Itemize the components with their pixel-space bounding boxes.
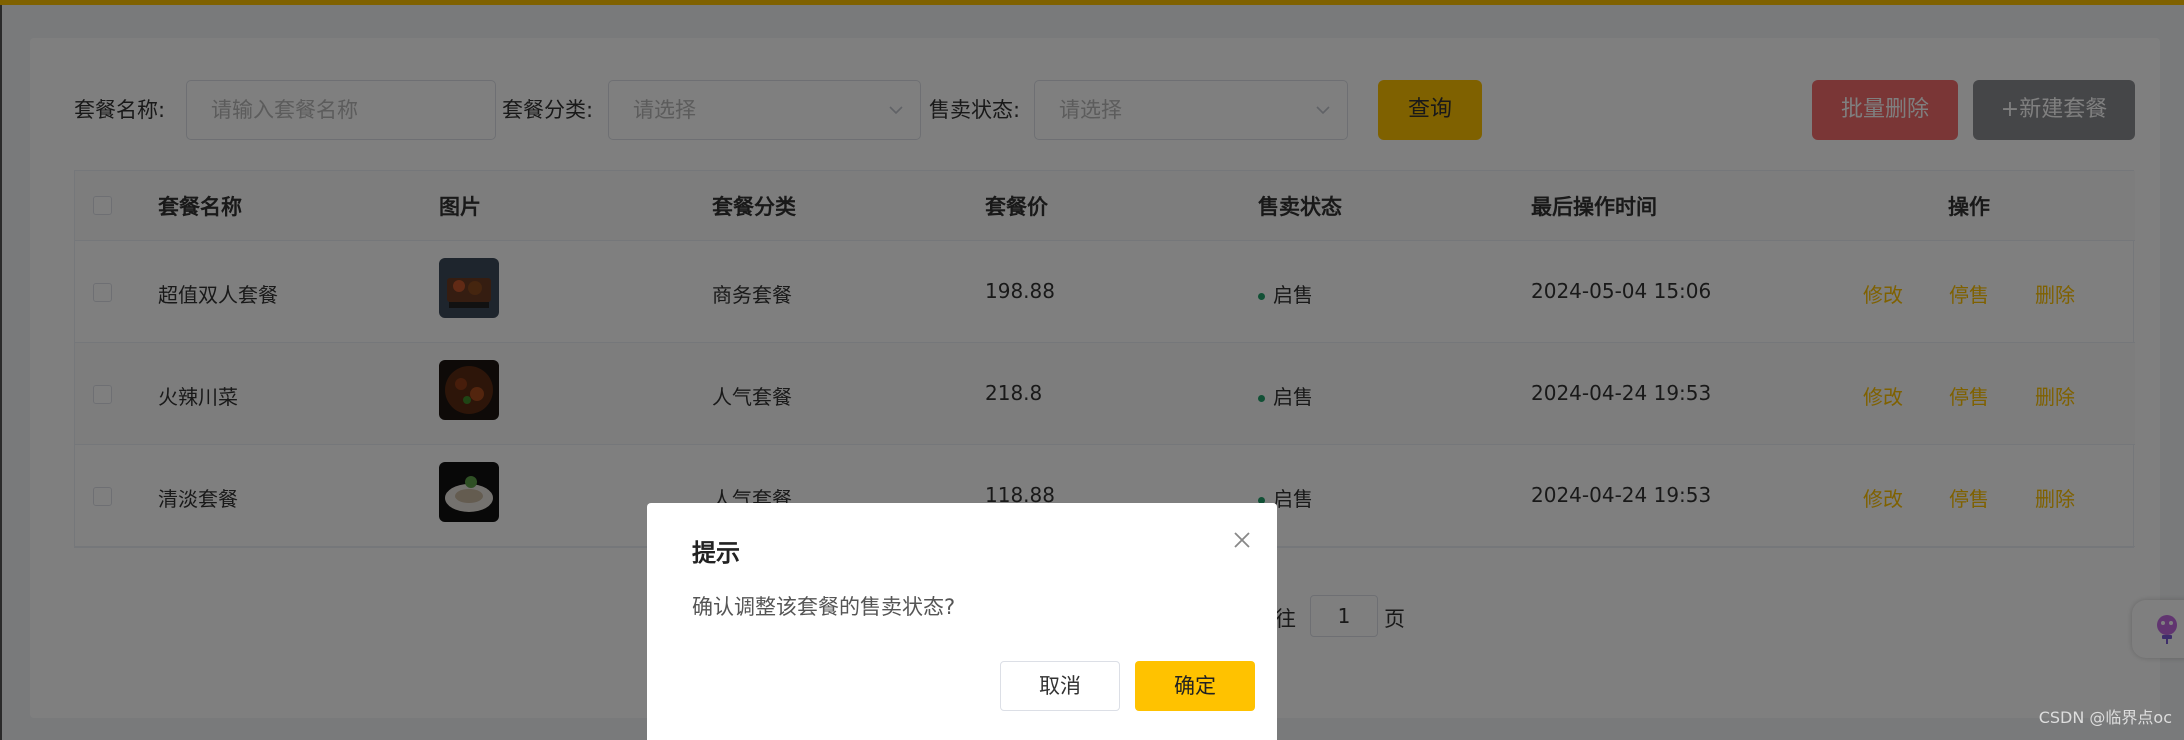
csdn-watermark: CSDN @临界点oc (2038, 708, 2172, 727)
dialog-title: 提示 (692, 539, 740, 567)
cancel-button[interactable]: 取消 (1000, 661, 1120, 711)
confirm-button[interactable]: 确定 (1135, 661, 1255, 711)
close-icon[interactable] (1231, 529, 1253, 551)
dialog-message: 确认调整该套餐的售卖状态? (692, 595, 956, 619)
confirm-dialog: 提示 确认调整该套餐的售卖状态? 取消 确定 (647, 503, 1277, 740)
